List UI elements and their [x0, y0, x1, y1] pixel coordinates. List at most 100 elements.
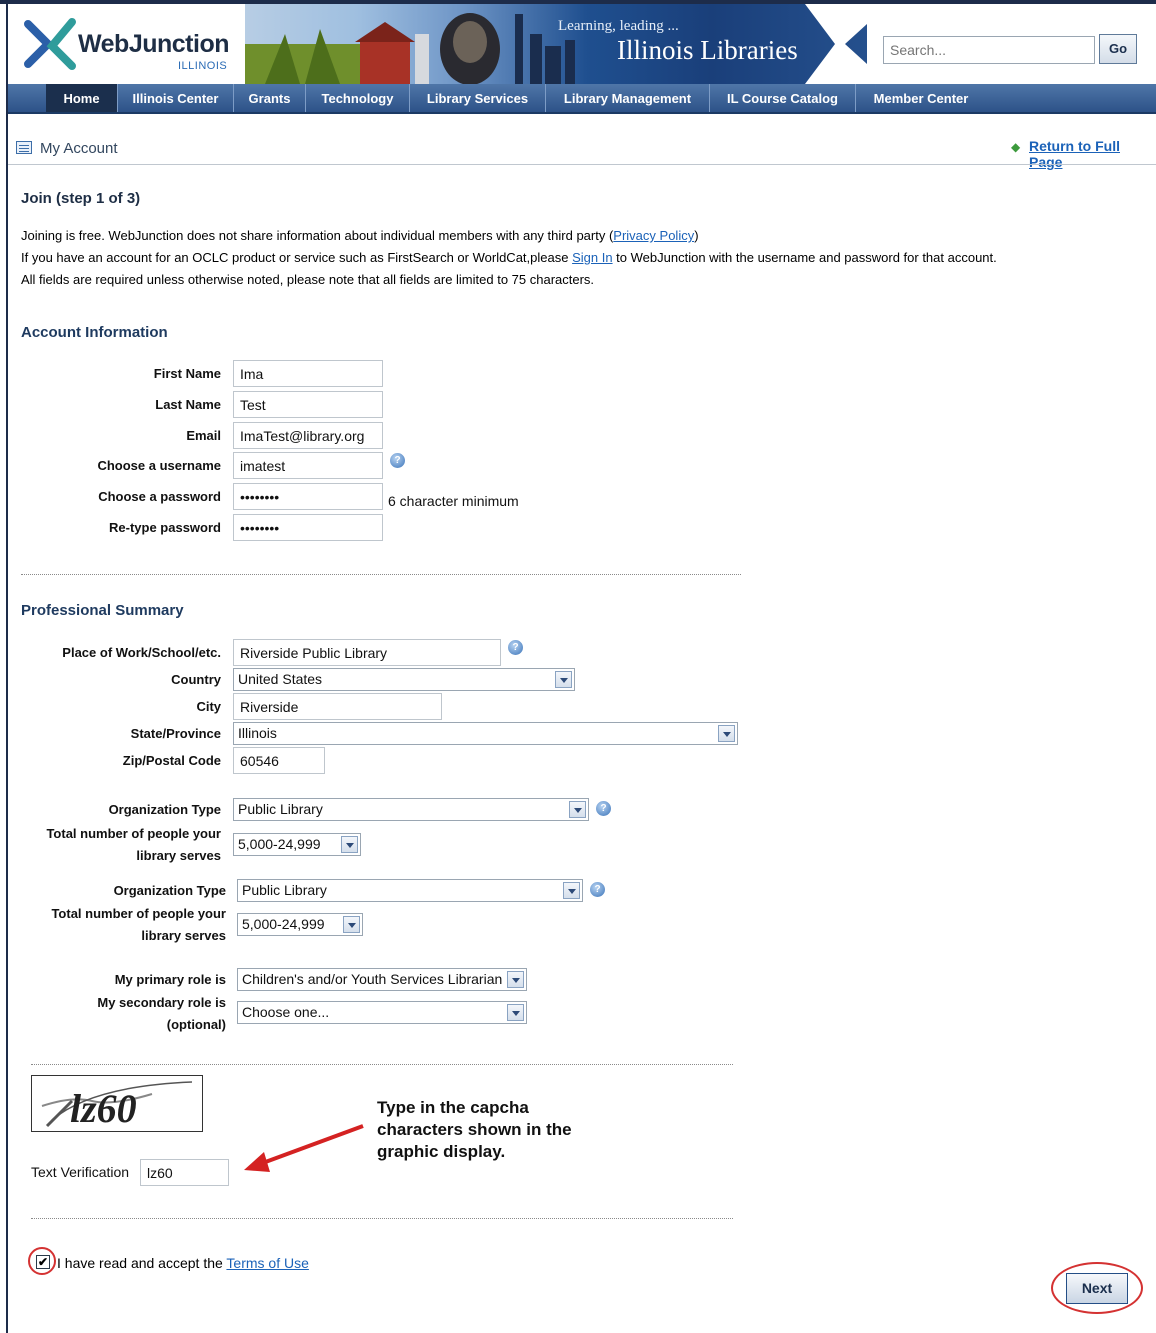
city-label: City: [196, 699, 221, 714]
country-value: United States: [238, 671, 323, 687]
divider: [31, 1218, 733, 1219]
state-select[interactable]: Illinois: [233, 722, 738, 745]
secondary-role-label-line1: My secondary role is: [97, 995, 226, 1010]
email-field[interactable]: [233, 422, 383, 449]
nav-member-center[interactable]: Member Center: [856, 84, 986, 112]
username-field[interactable]: [233, 452, 383, 479]
callout-line-3: graphic display.: [377, 1142, 506, 1161]
logo-text: WebJunction: [78, 30, 229, 58]
secondary-role-select[interactable]: Choose one...: [237, 1001, 527, 1024]
banner-tagline: Learning, leading ...: [558, 18, 679, 34]
retype-password-label: Re-type password: [109, 520, 221, 535]
divider: [31, 1064, 733, 1065]
main-nav: Home Illinois Center Grants Technology L…: [8, 84, 1156, 114]
accept-terms-text: I have read and accept the: [57, 1255, 227, 1271]
email-label: Email: [186, 428, 221, 443]
chevron-down-icon: [569, 801, 586, 818]
intro-line-3: All fields are required unless otherwise…: [21, 272, 595, 287]
workplace-label: Place of Work/School/etc.: [62, 645, 221, 660]
people-served-2-select[interactable]: 5,000-24,999: [237, 913, 363, 936]
callout-line-1: Type in the capcha: [377, 1098, 529, 1117]
people-served-2-label-line2: library serves: [141, 928, 226, 943]
help-icon[interactable]: ?: [508, 640, 523, 655]
organization-type-2-value: Public Library: [242, 882, 327, 898]
text-verification-label: Text Verification: [31, 1164, 130, 1180]
privacy-policy-link[interactable]: Privacy Policy: [613, 228, 694, 243]
country-select[interactable]: United States: [233, 668, 575, 691]
help-icon[interactable]: ?: [596, 801, 611, 816]
city-field[interactable]: [233, 693, 442, 720]
organization-type-2-select[interactable]: Public Library: [237, 879, 583, 902]
organization-type-select[interactable]: Public Library: [233, 798, 589, 821]
people-served-select[interactable]: 5,000-24,999: [233, 833, 361, 856]
next-button[interactable]: Next: [1066, 1273, 1128, 1304]
organization-type-2-label: Organization Type: [113, 883, 226, 898]
nav-grants[interactable]: Grants: [234, 84, 306, 112]
password-hint: 6 character minimum: [388, 493, 519, 509]
chevron-down-icon: [563, 882, 580, 899]
nav-library-services[interactable]: Library Services: [410, 84, 546, 112]
chevron-down-icon: [718, 725, 735, 742]
help-icon[interactable]: ?: [390, 453, 405, 468]
first-name-field[interactable]: [233, 360, 383, 387]
divider: [21, 574, 741, 575]
chevron-down-icon: [555, 671, 572, 688]
accept-terms-checkbox[interactable]: ✔: [36, 1255, 50, 1269]
nav-il-course-catalog[interactable]: IL Course Catalog: [710, 84, 856, 112]
account-form-icon: [16, 141, 32, 154]
people-served-2-value: 5,000-24,999: [242, 916, 325, 932]
last-name-field[interactable]: [233, 391, 383, 418]
return-arrow-icon: ◆: [1011, 140, 1021, 154]
divider: [8, 164, 1156, 165]
country-label: Country: [171, 672, 221, 687]
people-served-2-label-line1: Total number of people your: [51, 906, 226, 921]
chevron-down-icon: [343, 916, 360, 933]
help-icon[interactable]: ?: [590, 882, 605, 897]
terms-of-use-link[interactable]: Terms of Use: [226, 1255, 308, 1271]
page-title: My Account: [40, 140, 118, 157]
banner-title: Illinois Libraries: [617, 35, 798, 65]
search-go-button[interactable]: Go: [1099, 34, 1137, 64]
intro-line-2-text: If you have an account for an OCLC produ…: [21, 250, 573, 265]
webjunction-logo-icon: [24, 18, 76, 70]
primary-role-label: My primary role is: [114, 972, 226, 987]
intro-line-1-text: Joining is free. WebJunction does not sh…: [21, 228, 614, 243]
primary-role-value: Children's and/or Youth Services Librari…: [242, 971, 503, 987]
chevron-down-icon: [507, 971, 524, 988]
chevron-down-icon: [507, 1004, 524, 1021]
arrow-icon: [244, 1124, 364, 1172]
people-served-label-line2: library serves: [136, 848, 221, 863]
zip-label: Zip/Postal Code: [122, 753, 221, 768]
secondary-role-label-line2: (optional): [166, 1017, 226, 1032]
state-label: State/Province: [130, 726, 221, 741]
people-served-label-line1: Total number of people your: [46, 826, 221, 841]
captcha-image: lz60: [31, 1075, 203, 1132]
username-label: Choose a username: [97, 458, 221, 473]
search-input[interactable]: [883, 36, 1095, 64]
secondary-role-value: Choose one...: [242, 1004, 330, 1020]
workplace-field[interactable]: [233, 639, 501, 666]
nav-illinois-center[interactable]: Illinois Center: [118, 84, 234, 112]
nav-library-management[interactable]: Library Management: [546, 84, 710, 112]
password-field[interactable]: [233, 483, 383, 510]
state-value: Illinois: [238, 725, 277, 741]
first-name-label: First Name: [153, 366, 221, 381]
logo-subtitle: ILLINOIS: [178, 60, 228, 72]
intro-line-1: Joining is free. WebJunction does not sh…: [21, 228, 699, 243]
intro-line-1-end: ): [694, 228, 699, 243]
callout-line-2: characters shown in the: [377, 1120, 572, 1139]
return-to-full-page-link[interactable]: Return to Full Page: [1029, 138, 1156, 170]
last-name-label: Last Name: [155, 397, 221, 412]
nav-technology[interactable]: Technology: [306, 84, 410, 112]
people-served-value: 5,000-24,999: [238, 836, 321, 852]
text-verification-field[interactable]: [140, 1159, 229, 1186]
password-label: Choose a password: [98, 489, 221, 504]
zip-field[interactable]: [233, 747, 325, 774]
account-info-heading: Account Information: [21, 324, 168, 341]
nav-home[interactable]: Home: [46, 84, 118, 112]
chevron-down-icon: [341, 836, 358, 853]
primary-role-select[interactable]: Children's and/or Youth Services Librari…: [237, 968, 527, 991]
accept-terms-label: I have read and accept the Terms of Use: [57, 1255, 309, 1271]
sign-in-link[interactable]: Sign In: [572, 250, 612, 265]
retype-password-field[interactable]: [233, 514, 383, 541]
